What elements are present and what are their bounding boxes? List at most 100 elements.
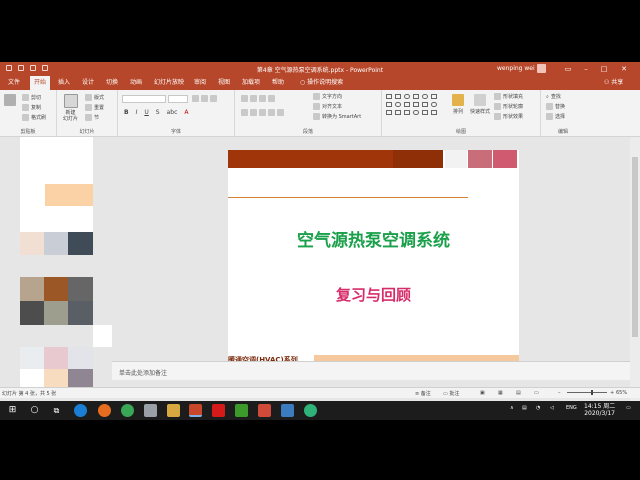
list-buttons[interactable] (241, 95, 275, 102)
strikethrough-icon[interactable]: abc (167, 109, 178, 116)
tab-slideshow[interactable]: 幻灯片放映 (150, 76, 188, 90)
recorder-icon[interactable] (258, 404, 271, 417)
effects-icon (494, 113, 501, 120)
layout-button[interactable]: 版式 (85, 94, 104, 101)
wechat-icon[interactable] (304, 404, 317, 417)
slideshow-view-icon[interactable]: ▭ (534, 390, 539, 396)
minimize-icon[interactable]: – (580, 63, 592, 75)
quick-styles-button[interactable]: 快速样式 (470, 94, 490, 115)
underline-icon[interactable]: U (144, 109, 148, 116)
columns-icon (277, 109, 284, 116)
network-icon[interactable]: ▤ (522, 405, 527, 411)
font-name-box[interactable] (122, 95, 166, 103)
select-button[interactable]: 选择 (546, 113, 565, 120)
chrome-icon[interactable] (121, 404, 134, 417)
font-size-buttons[interactable] (192, 95, 217, 102)
scrollbar-thumb[interactable] (632, 157, 638, 337)
tab-help[interactable]: 帮助 (268, 76, 288, 90)
smartart-button[interactable]: 转换为 SmartArt (313, 113, 361, 120)
align-buttons[interactable] (241, 109, 284, 116)
current-slide[interactable]: 空气源热泵空调系统 复习与回顾 暖通空调(HVAC)系列 (228, 150, 519, 368)
slide-thumbnail-panel[interactable] (0, 137, 112, 387)
tell-me-search[interactable]: ○ 操作说明搜索 (296, 76, 347, 90)
close-icon[interactable]: ✕ (618, 63, 630, 75)
vertical-scrollbar[interactable] (630, 137, 640, 420)
user-name[interactable]: wenping wei (497, 65, 535, 72)
sorter-view-icon[interactable]: ▦ (498, 390, 503, 396)
replace-button[interactable]: 替换 (546, 103, 565, 110)
font-style-buttons[interactable]: B I U S abc A (124, 109, 188, 116)
file-explorer-icon[interactable] (167, 404, 180, 417)
tab-review[interactable]: 审阅 (190, 76, 210, 90)
tab-addins[interactable]: 加载项 (238, 76, 264, 90)
paragraph-group: 文字方向 对齐文本 转换为 SmartArt 段落 (235, 90, 382, 136)
app-icon[interactable] (144, 404, 157, 417)
shape-outline-button[interactable]: 形状轮廓 (494, 103, 523, 110)
reading-view-icon[interactable]: ▤ (516, 390, 521, 396)
section-label: 节 (94, 115, 100, 121)
acrobat-icon[interactable] (212, 404, 225, 417)
justify-icon (268, 109, 275, 116)
comments-button[interactable]: ▭ 批注 (443, 390, 459, 397)
tab-insert[interactable]: 插入 (54, 76, 74, 90)
smartart-label: 转换为 SmartArt (322, 114, 362, 120)
shape-outline-label: 形状轮廓 (503, 104, 524, 110)
paste-button[interactable] (4, 94, 16, 106)
find-button[interactable]: ⌕ 查找 (546, 93, 561, 101)
firefox-icon[interactable] (98, 404, 111, 417)
ribbon-display-options-icon[interactable]: ▭ (562, 63, 574, 75)
arrange-button[interactable]: 排列 (452, 94, 464, 115)
share-button[interactable]: ⚇ 共享 (604, 76, 623, 90)
zoom-slider-knob[interactable] (591, 390, 593, 395)
notification-icon[interactable]: ▭ (626, 405, 631, 411)
font-color-icon[interactable]: A (184, 109, 188, 116)
tab-file[interactable]: 文件 (4, 76, 24, 90)
shape-fill-button[interactable]: 形状填充 (494, 93, 523, 100)
scissors-icon (22, 94, 29, 101)
notes-button[interactable]: ≡ 备注 (415, 390, 431, 397)
font-size-box[interactable] (168, 95, 188, 103)
app-icon[interactable] (281, 404, 294, 417)
tab-transitions[interactable]: 切换 (102, 76, 122, 90)
italic-icon[interactable]: I (136, 109, 138, 116)
edge-icon[interactable] (74, 404, 87, 417)
new-slide-button[interactable]: 新建 幻灯片 (63, 94, 78, 122)
notes-pane[interactable]: 单击此处添加备注 (112, 361, 630, 380)
avatar[interactable] (537, 64, 546, 73)
text-direction-button[interactable]: 文字方向 (313, 93, 342, 100)
bold-icon[interactable]: B (124, 109, 129, 116)
volume-icon[interactable]: ◁ (550, 405, 554, 411)
tab-design[interactable]: 设计 (78, 76, 98, 90)
zoom-in-icon[interactable]: + (610, 390, 614, 396)
wifi-icon[interactable]: ◔ (536, 405, 540, 411)
camtasia-icon[interactable] (235, 404, 248, 417)
normal-view-icon[interactable]: ▣ (480, 390, 485, 396)
reset-button[interactable]: 重置 (85, 104, 104, 111)
arrange-label: 排列 (452, 109, 463, 115)
shadow-icon[interactable]: S (156, 109, 160, 116)
cut-button[interactable]: 剪切 (22, 94, 41, 101)
shape-effects-button[interactable]: 形状效果 (494, 113, 523, 120)
tab-animations[interactable]: 动画 (126, 76, 146, 90)
search-icon: ⌕ (546, 93, 549, 100)
slide-subtitle[interactable]: 复习与回顾 (228, 284, 519, 305)
zoom-out-icon[interactable]: – (558, 390, 561, 396)
format-painter-button[interactable]: 格式刷 (22, 114, 46, 121)
windows-start-icon[interactable]: ⊞ (6, 404, 19, 417)
tray-arrow-icon[interactable]: ∧ (510, 405, 514, 411)
zoom-level[interactable]: 65% (616, 390, 627, 396)
slide-title[interactable]: 空气源热泵空调系统 (228, 226, 519, 251)
tab-home[interactable]: 开始 (30, 76, 51, 90)
system-clock[interactable]: 14:15 周二 2020/3/17 (584, 403, 615, 417)
copy-button[interactable]: 复制 (22, 104, 41, 111)
align-text-button[interactable]: 对齐文本 (313, 103, 342, 110)
maximize-icon[interactable]: □ (598, 63, 610, 75)
bullets-icon (241, 95, 248, 102)
zoom-slider[interactable] (567, 392, 607, 393)
search-icon[interactable]: ○ (28, 404, 41, 417)
tab-view[interactable]: 视图 (214, 76, 234, 90)
task-view-icon[interactable]: ⧉ (50, 404, 63, 417)
input-language[interactable]: ENG (566, 405, 577, 411)
powerpoint-icon[interactable] (189, 404, 202, 417)
section-button[interactable]: 节 (85, 114, 99, 121)
